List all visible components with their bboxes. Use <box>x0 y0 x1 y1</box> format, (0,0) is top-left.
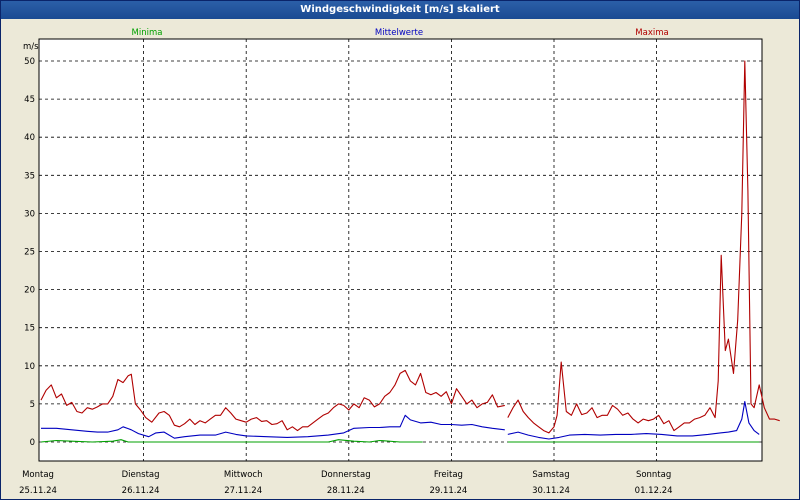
x-tick-day: Sonntag <box>636 470 671 480</box>
legend-entry: Maxima <box>635 28 668 38</box>
x-tick-date: 30.11.24 <box>532 486 570 496</box>
x-tick-day: Freitag <box>434 470 463 480</box>
chart-window: Windgeschwindigkeit [m/s] skaliert 0 5 10 1… <box>0 0 800 500</box>
x-tick-date: 28.11.24 <box>327 486 365 496</box>
x-tick-day: Dienstag <box>122 470 160 480</box>
x-axis-ticks: Montag 25.11.24 Dienstag 26.11.24 Mittwoch 27… <box>19 470 672 496</box>
plot-area <box>38 38 763 462</box>
y-tick-label: 10 <box>24 362 35 372</box>
x-tick-date: 01.12.24 <box>635 486 673 496</box>
y-tick-label: 35 <box>24 171 35 181</box>
legend: Minima Mittelwerte Maxima <box>132 28 669 38</box>
wind-speed-chart: 0 5 10 15 20 25 30 35 40 45 50 Montag 25.11.24 Diens… <box>19 28 780 496</box>
x-tick-date: 25.11.24 <box>19 486 57 496</box>
x-tick-date: 27.11.24 <box>224 486 262 496</box>
y-tick-label: 25 <box>24 248 35 258</box>
y-tick-label: 30 <box>24 209 35 219</box>
y-tick-label: 5 <box>30 400 35 410</box>
x-tick-day: Montag <box>22 470 54 480</box>
x-tick-day: Samstag <box>532 470 569 480</box>
x-tick-day: Donnerstag <box>321 470 371 480</box>
y-tick-label: 0 <box>30 438 35 448</box>
legend-entry: Mittelwerte <box>375 28 423 38</box>
x-tick-date: 26.11.24 <box>122 486 160 496</box>
y-tick-label: 50 <box>24 57 35 67</box>
y-tick-label: 20 <box>24 286 35 296</box>
y-tick-label: 15 <box>24 324 35 334</box>
y-tick-label: 40 <box>24 133 35 143</box>
y-tick-label: 45 <box>24 95 35 105</box>
x-tick-day: Mittwoch <box>224 470 263 480</box>
legend-entry: Minima <box>132 28 163 38</box>
y-axis-label: m/s <box>23 42 39 52</box>
y-axis-ticks: 0 5 10 15 20 25 30 35 40 45 50 <box>24 57 35 448</box>
x-tick-date: 29.11.24 <box>429 486 467 496</box>
